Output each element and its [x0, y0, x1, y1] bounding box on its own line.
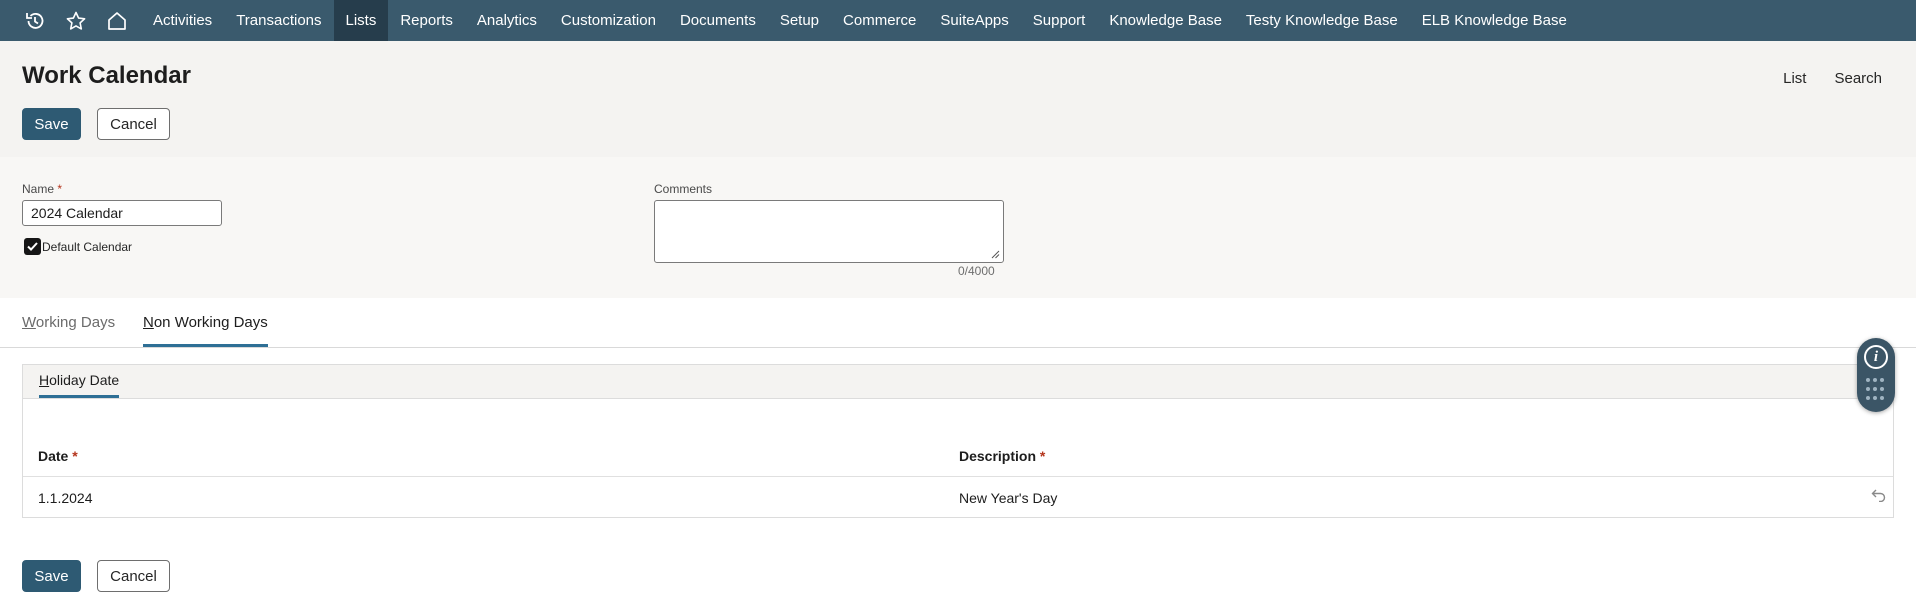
home-icon[interactable] — [96, 0, 137, 41]
cancel-button-bottom[interactable]: Cancel — [97, 560, 170, 592]
main-form: Name * Default Calendar Comments 0/4000 — [0, 157, 1916, 298]
row-date-cell[interactable]: 1.1.2024 — [38, 490, 93, 506]
nav-item-testy-knowledge-base[interactable]: Testy Knowledge Base — [1234, 0, 1410, 41]
row-description-cell[interactable]: New Year's Day — [959, 490, 1057, 506]
checkmark-icon — [27, 242, 38, 251]
main-menu: Activities Transactions Lists Reports Analyt… — [141, 0, 1579, 41]
required-marker: * — [57, 182, 63, 196]
page-header: Work Calendar List Search Save Cancel — [0, 41, 1916, 157]
nav-item-transactions[interactable]: Transactions — [224, 0, 333, 41]
header-links: List Search — [1783, 70, 1882, 87]
nav-item-documents[interactable]: Documents — [668, 0, 768, 41]
nav-item-knowledge-base[interactable]: Knowledge Base — [1097, 0, 1234, 41]
grid-menu-icon[interactable] — [1866, 378, 1886, 402]
row-divider — [23, 476, 1893, 477]
nav-item-activities[interactable]: Activities — [141, 0, 224, 41]
cancel-button[interactable]: Cancel — [97, 108, 170, 140]
info-icon[interactable]: i — [1864, 345, 1888, 369]
column-header-date[interactable]: Date * — [38, 448, 78, 464]
name-field[interactable] — [22, 200, 222, 226]
nav-item-support[interactable]: Support — [1021, 0, 1098, 41]
subtab-bar: Working Days Non Working Days — [0, 298, 1916, 348]
default-calendar-checkbox[interactable] — [24, 238, 41, 255]
nav-item-lists[interactable]: Lists — [333, 0, 389, 41]
sublist-tab-bar: Holiday Date — [23, 365, 1893, 399]
nav-item-setup[interactable]: Setup — [768, 0, 831, 41]
resize-handle-icon[interactable] — [991, 250, 1000, 259]
save-button-bottom[interactable]: Save — [22, 560, 81, 592]
holiday-sublist: Holiday Date Date * Description * 1.1.20… — [22, 364, 1894, 518]
nav-item-analytics[interactable]: Analytics — [465, 0, 549, 41]
default-calendar-label: Default Calendar — [42, 240, 133, 254]
nav-item-elb-knowledge-base[interactable]: ELB Knowledge Base — [1410, 0, 1579, 41]
undo-icon[interactable] — [1871, 488, 1887, 502]
nav-item-customization[interactable]: Customization — [549, 0, 668, 41]
page-title: Work Calendar — [22, 62, 191, 89]
floating-help-widget: i — [1857, 338, 1895, 412]
top-navigation-bar: Activities Transactions Lists Reports Analyt… — [0, 0, 1916, 41]
list-link[interactable]: List — [1783, 70, 1806, 87]
tab-non-working-days[interactable]: Non Working Days — [143, 314, 268, 347]
nav-item-commerce[interactable]: Commerce — [831, 0, 928, 41]
nav-item-suiteapps[interactable]: SuiteApps — [928, 0, 1020, 41]
comments-label: Comments — [654, 182, 713, 196]
tab-working-days[interactable]: Working Days — [22, 314, 115, 347]
column-header-description[interactable]: Description * — [959, 448, 1045, 464]
search-link[interactable]: Search — [1834, 70, 1882, 87]
history-icon[interactable] — [14, 0, 55, 41]
comments-character-counter: 0/4000 — [958, 264, 995, 278]
comments-field[interactable] — [654, 200, 1004, 263]
name-label: Name * — [22, 182, 63, 196]
tab-holiday-date[interactable]: Holiday Date — [39, 372, 120, 398]
save-button[interactable]: Save — [22, 108, 81, 140]
star-icon[interactable] — [55, 0, 96, 41]
nav-item-reports[interactable]: Reports — [388, 0, 465, 41]
